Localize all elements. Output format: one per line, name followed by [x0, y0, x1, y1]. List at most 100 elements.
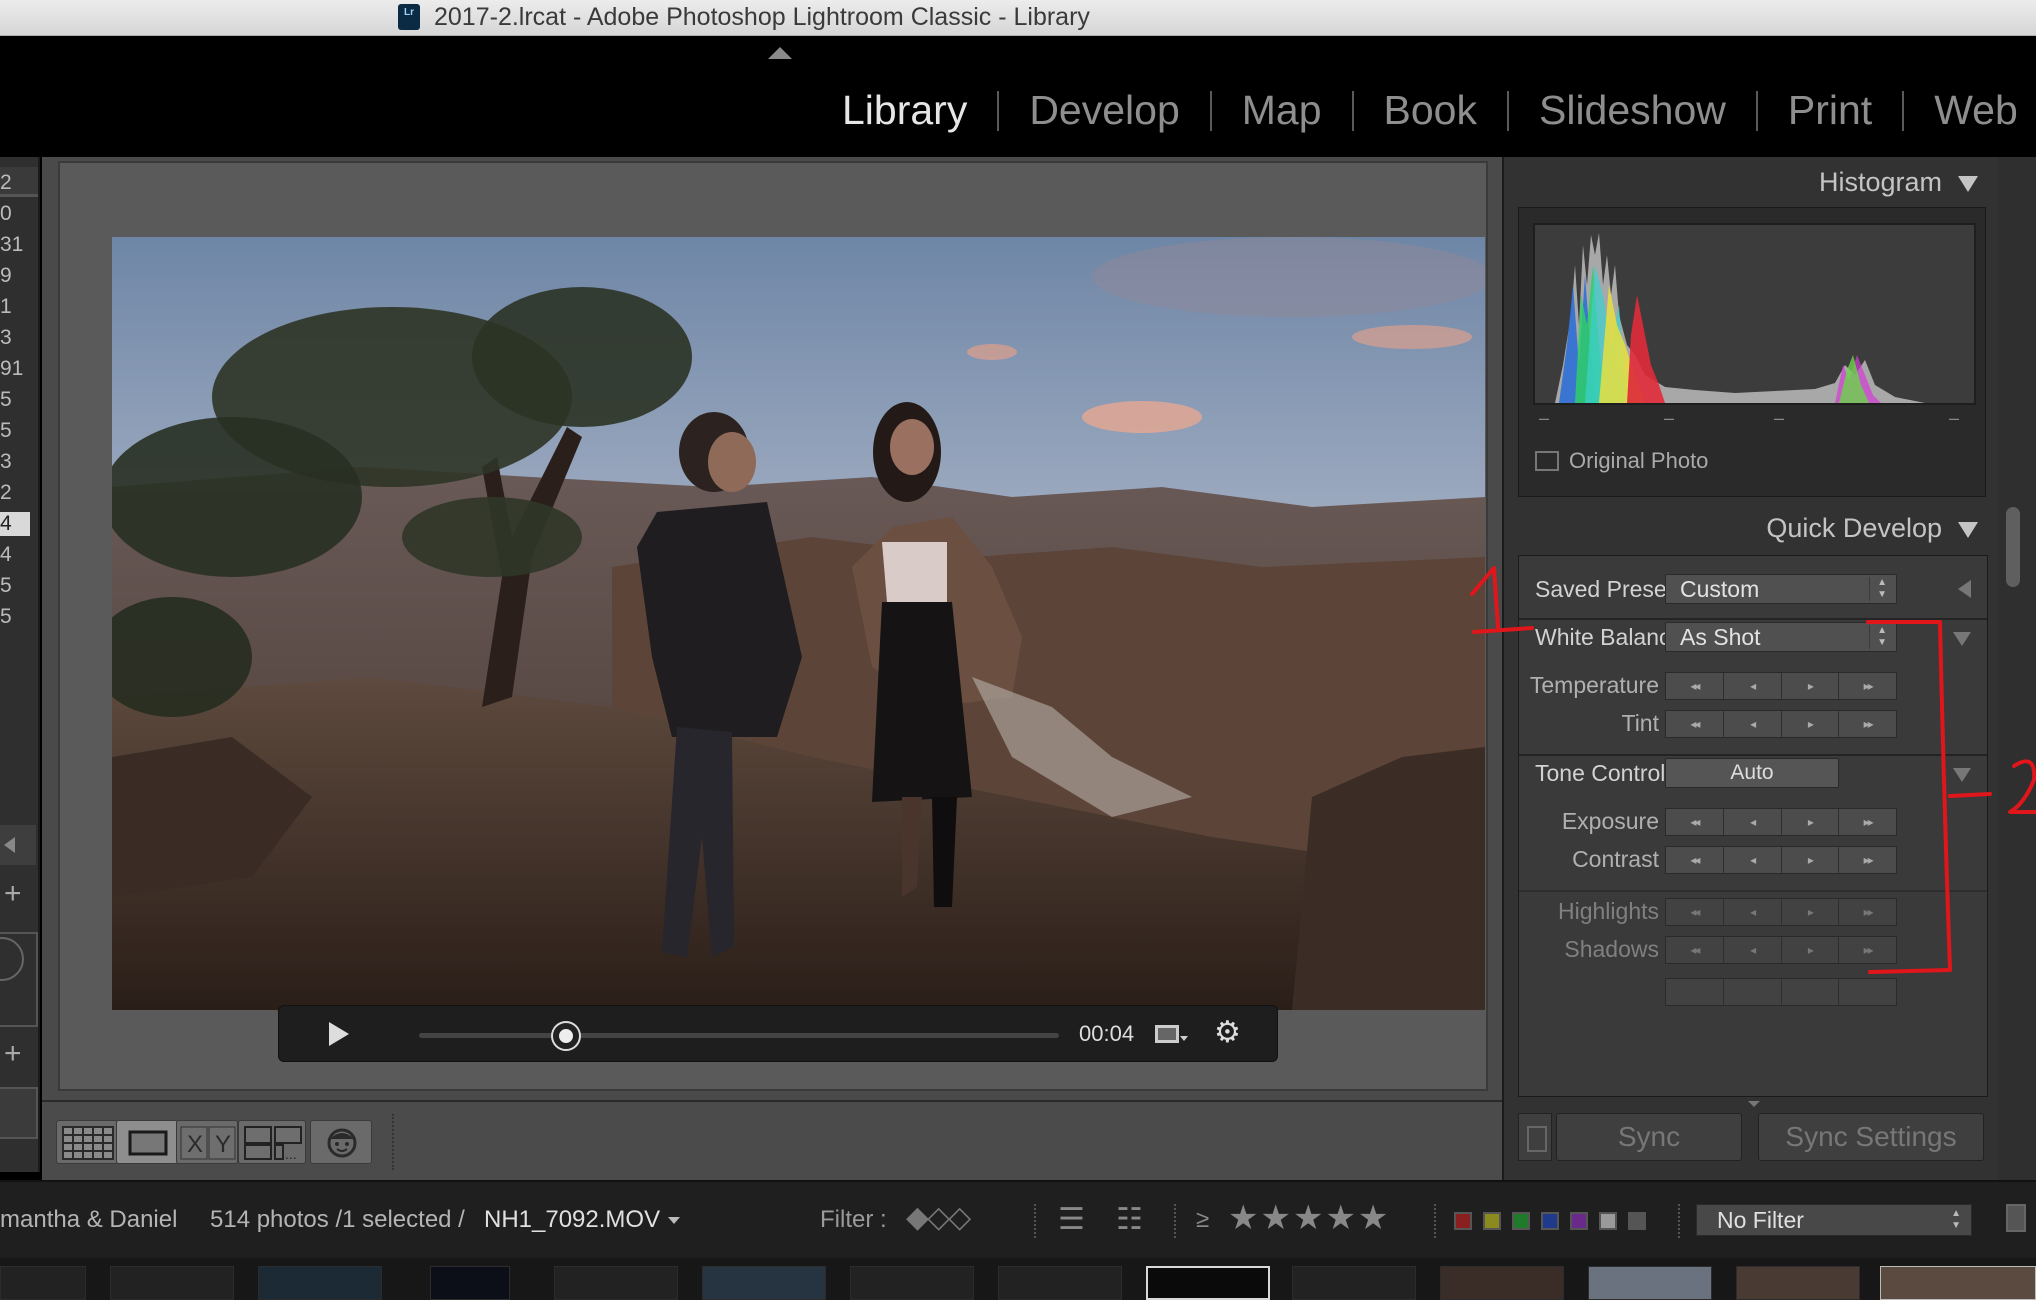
- filmstrip-thumbnail[interactable]: [1292, 1266, 1416, 1300]
- source-breadcrumb[interactable]: mantha & Daniel: [0, 1206, 177, 1234]
- lightroom-app-icon: Lr: [398, 4, 420, 30]
- video-frame-image[interactable]: [112, 237, 1485, 1010]
- module-map[interactable]: Map: [1212, 87, 1352, 134]
- edited-filter-icon[interactable]: ☰: [1058, 1202, 1085, 1237]
- expand-saved-preset-icon[interactable]: [1958, 580, 1971, 598]
- video-scrubber-knob[interactable]: [553, 1023, 580, 1049]
- rating-operator[interactable]: ≥: [1196, 1206, 1209, 1234]
- folder-count[interactable]: 9: [0, 264, 30, 288]
- module-slideshow[interactable]: Slideshow: [1509, 87, 1756, 134]
- filter-label: Filter :: [820, 1206, 887, 1233]
- folder-count[interactable]: 2: [0, 171, 30, 195]
- histogram-header[interactable]: Histogram: [1819, 167, 1978, 198]
- histogram-plot[interactable]: [1533, 223, 1976, 405]
- filmstrip-thumbnail-selected[interactable]: [1146, 1266, 1270, 1300]
- next-stepper[interactable]: [1665, 978, 1897, 1006]
- original-photo-checkbox[interactable]: [1535, 451, 1559, 471]
- frame-capture-icon[interactable]: [1155, 1025, 1188, 1043]
- module-develop[interactable]: Develop: [999, 87, 1209, 134]
- module-book[interactable]: Book: [1354, 87, 1507, 134]
- module-library[interactable]: Library: [812, 87, 997, 134]
- folder-count[interactable]: 31: [0, 233, 30, 257]
- filmstrip-thumbnail[interactable]: [554, 1266, 678, 1300]
- color-label-swatch[interactable]: [1570, 1212, 1588, 1230]
- contrast-stepper[interactable]: ◂◂ ◂ ▸ ▸▸: [1665, 846, 1897, 874]
- gear-icon[interactable]: ⚙: [1214, 1018, 1241, 1048]
- filter-lock-icon[interactable]: [2006, 1204, 2026, 1232]
- temperature-stepper[interactable]: ◂◂ ◂ ▸ ▸▸: [1665, 672, 1897, 700]
- module-picker: Library Develop Map Book Slideshow Print…: [812, 87, 2036, 134]
- filmstrip-thumbnail[interactable]: [702, 1266, 826, 1300]
- original-photo-toggle[interactable]: Original Photo: [1535, 448, 1708, 474]
- collapse-top-panel-icon[interactable]: [768, 47, 792, 59]
- compare-view-button[interactable]: XY: [176, 1120, 238, 1164]
- loupe-view-button[interactable]: [116, 1120, 178, 1164]
- grid-view-button[interactable]: [56, 1120, 118, 1164]
- flag-filter-icons[interactable]: ◆◇◇: [906, 1200, 971, 1235]
- tint-stepper[interactable]: ◂◂ ◂ ▸ ▸▸: [1665, 710, 1897, 738]
- filmstrip-thumbnail[interactable]: [0, 1266, 86, 1300]
- sync-settings-button[interactable]: Sync Settings: [1758, 1113, 1984, 1161]
- color-label-swatch[interactable]: [1512, 1212, 1530, 1230]
- collapse-white-balance-icon[interactable]: [1953, 632, 1971, 646]
- grid-icon: [62, 1126, 114, 1160]
- filter-divider: [1174, 1204, 1176, 1238]
- folder-count[interactable]: 5: [0, 419, 30, 443]
- highlights-stepper[interactable]: ◂◂ ◂ ▸ ▸▸: [1665, 898, 1897, 926]
- color-label-filters: [1454, 1212, 1646, 1230]
- color-label-swatch[interactable]: [1599, 1212, 1617, 1230]
- module-print[interactable]: Print: [1758, 87, 1902, 134]
- folder-count[interactable]: 5: [0, 388, 30, 412]
- unedited-filter-icon[interactable]: ☷: [1116, 1202, 1143, 1237]
- filter-preset-dropdown[interactable]: No Filter ▲ ▼: [1696, 1204, 1972, 1236]
- folder-count[interactable]: 1: [0, 295, 30, 319]
- filmstrip-thumbnail[interactable]: [110, 1266, 234, 1300]
- add-publish-service-icon[interactable]: +: [4, 1037, 22, 1071]
- scrollbar-thumb[interactable]: [2006, 507, 2020, 587]
- survey-view-button[interactable]: ...: [238, 1120, 306, 1164]
- color-label-swatch[interactable]: [1628, 1212, 1646, 1230]
- module-picker-bar: Library Develop Map Book Slideshow Print…: [0, 37, 2036, 157]
- add-collection-icon[interactable]: +: [4, 877, 22, 911]
- filmstrip-thumbnail[interactable]: [998, 1266, 1122, 1300]
- folder-count[interactable]: 91: [0, 357, 30, 381]
- folder-count[interactable]: 4: [0, 543, 30, 567]
- folder-count[interactable]: 3: [0, 450, 30, 474]
- auto-sync-toggle[interactable]: [1518, 1113, 1552, 1161]
- filmstrip-thumbnail[interactable]: [1880, 1266, 2036, 1300]
- import-button[interactable]: [0, 1087, 38, 1139]
- left-panel-expand-icon[interactable]: [0, 825, 36, 865]
- color-label-swatch[interactable]: [1483, 1212, 1501, 1230]
- filmstrip-thumbnail[interactable]: [258, 1266, 382, 1300]
- folder-count[interactable]: 4: [0, 512, 30, 536]
- auto-tone-button[interactable]: Auto: [1665, 758, 1839, 788]
- quick-develop-header[interactable]: Quick Develop: [1766, 513, 1978, 544]
- exposure-stepper[interactable]: ◂◂ ◂ ▸ ▸▸: [1665, 808, 1897, 836]
- folder-count[interactable]: 2: [0, 481, 30, 505]
- color-label-swatch[interactable]: [1454, 1212, 1472, 1230]
- star-rating-filter[interactable]: ★★★★★: [1228, 1198, 1390, 1238]
- filmstrip-thumbnail[interactable]: [1440, 1266, 1564, 1300]
- filmstrip-thumbnail[interactable]: [850, 1266, 974, 1300]
- filmstrip-thumbnail[interactable]: [1588, 1266, 1712, 1300]
- collapse-tone-control-icon[interactable]: [1953, 768, 1971, 782]
- filmstrip-thumbnail[interactable]: [430, 1266, 510, 1300]
- stepper-arrows-icon: ▲ ▼: [1877, 577, 1887, 600]
- sync-button[interactable]: Sync: [1556, 1113, 1742, 1161]
- selected-filename[interactable]: NH1_7092.MOV: [484, 1206, 681, 1234]
- video-scrubber-track[interactable]: [419, 1033, 1059, 1038]
- svg-text:X: X: [187, 1131, 203, 1158]
- folder-count[interactable]: 5: [0, 605, 30, 629]
- folder-count[interactable]: 0: [0, 202, 30, 226]
- people-view-button[interactable]: [310, 1120, 372, 1164]
- folder-count[interactable]: 3: [0, 326, 30, 350]
- white-balance-dropdown[interactable]: As Shot ▲ ▼: [1665, 622, 1897, 652]
- play-icon[interactable]: [329, 1022, 349, 1046]
- folder-count[interactable]: 5: [0, 574, 30, 598]
- module-web[interactable]: Web: [1904, 87, 2036, 134]
- section-divider: [1519, 754, 1987, 756]
- shadows-stepper[interactable]: ◂◂ ◂ ▸ ▸▸: [1665, 936, 1897, 964]
- filmstrip-thumbnail[interactable]: [1736, 1266, 1860, 1300]
- color-label-swatch[interactable]: [1541, 1212, 1559, 1230]
- saved-preset-dropdown[interactable]: Custom ▲ ▼: [1665, 574, 1897, 604]
